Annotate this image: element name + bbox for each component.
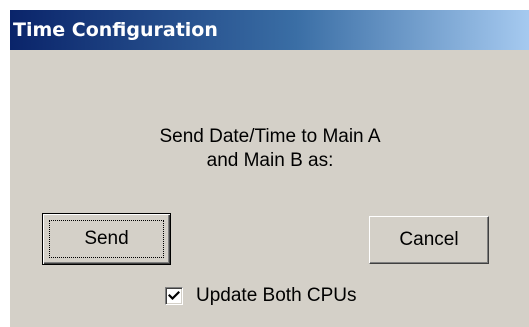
cancel-button[interactable]: Cancel [369, 216, 489, 264]
update-both-cpus-label: Update Both CPUs [196, 285, 357, 306]
time-configuration-dialog: Time Configuration Send Date/Time to Mai… [9, 9, 529, 327]
message-line-2: and Main B as: [206, 150, 334, 171]
check-icon [168, 290, 180, 301]
update-both-cpus-checkbox[interactable] [165, 287, 183, 305]
dialog-title: Time Configuration [13, 19, 218, 41]
send-button-label: Send [84, 228, 129, 249]
cancel-button-label: Cancel [399, 229, 459, 250]
send-button[interactable]: Send [42, 213, 171, 265]
title-bar[interactable]: Time Configuration [10, 10, 529, 50]
message-line-1: Send Date/Time to Main A [159, 126, 381, 147]
